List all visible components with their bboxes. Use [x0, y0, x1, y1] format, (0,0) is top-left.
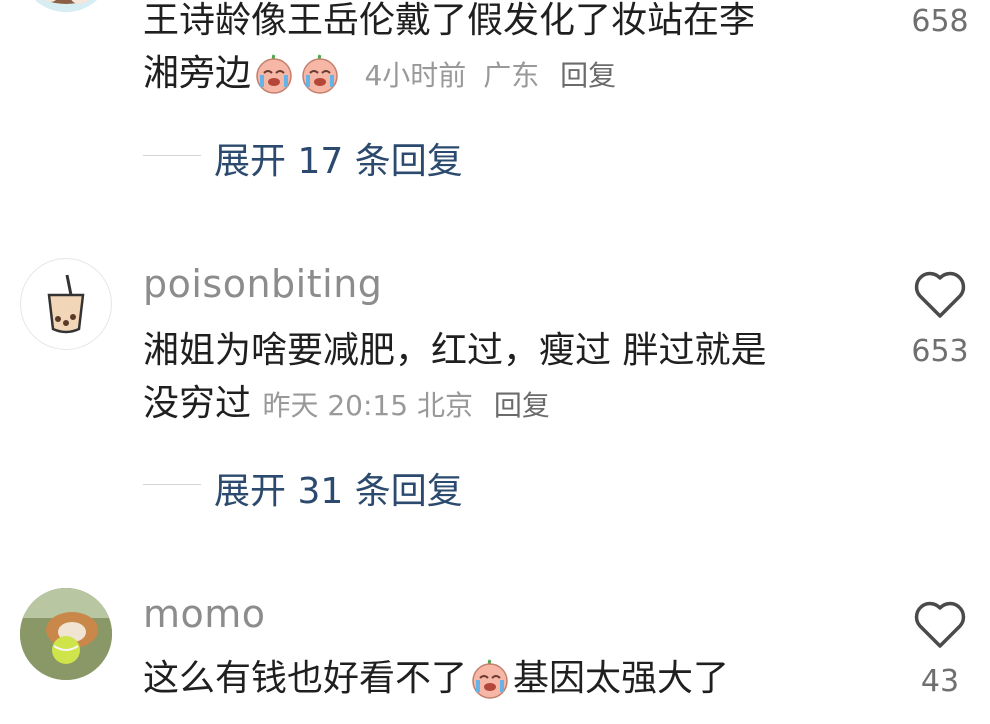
dog-photo-avatar-icon [20, 588, 112, 680]
bubble-tea-avatar-icon [47, 274, 85, 334]
heart-outline-icon [914, 271, 966, 318]
comment-text: 王诗龄像王岳伦戴了假发化了妆站在李 [143, 0, 756, 41]
crying-emoji-icon [468, 656, 512, 700]
comment-location: 北京 [416, 389, 473, 422]
comment-text: 湘旁边 [143, 53, 252, 94]
like-count: 658 [911, 4, 969, 39]
comment-text: 湘姐为啥要减肥，红过，瘦过 胖过就是 [143, 330, 767, 371]
divider [143, 155, 201, 156]
avatar[interactable] [20, 258, 112, 350]
expand-replies-button[interactable]: 展开 31 条回复 [214, 462, 463, 514]
like-button[interactable] [912, 598, 968, 654]
avatar[interactable] [20, 588, 112, 680]
crying-emoji-icon [252, 51, 296, 95]
like-count: 653 [911, 334, 969, 369]
comment-text: 没穷过 [143, 383, 252, 424]
crying-emoji-icon [298, 51, 342, 95]
heart-outline-icon [914, 601, 966, 648]
username[interactable]: poisonbiting [143, 262, 382, 306]
comment-time: 4小时前 [364, 59, 467, 92]
avatar[interactable] [20, 0, 112, 12]
reply-button[interactable]: 回复 [494, 389, 550, 422]
like-button[interactable] [912, 268, 968, 324]
comment-time: 昨天 20:15 [262, 389, 409, 422]
avatar-image [35, 0, 97, 12]
reply-button[interactable]: 回复 [560, 59, 616, 92]
comment-text: 这么有钱也好看不了 [143, 658, 468, 699]
like-count: 43 [920, 664, 960, 699]
comment-location: 广东 [483, 59, 540, 92]
username[interactable]: momo [143, 592, 266, 636]
divider [143, 484, 201, 485]
comment-text: 基因太强大了 [513, 658, 730, 699]
expand-replies-button[interactable]: 展开 17 条回复 [214, 132, 463, 184]
